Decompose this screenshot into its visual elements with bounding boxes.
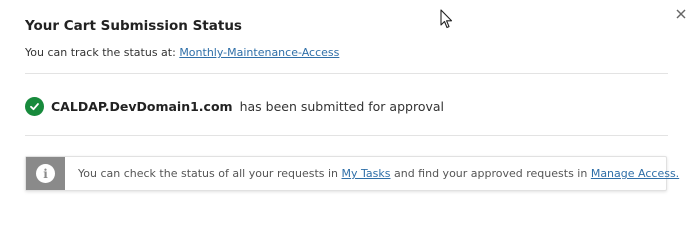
close-icon[interactable] <box>674 7 688 21</box>
dialog-title: Your Cart Submission Status <box>25 18 242 34</box>
info-banner-text: You can check the status of all your req… <box>78 167 679 180</box>
divider <box>25 73 668 74</box>
info-text-middle: and find your approved requests in <box>393 167 588 180</box>
track-status-line: You can track the status at: Monthly-Mai… <box>25 46 339 59</box>
submission-status-row: CALDAP.DevDomain1.com has been submitted… <box>25 96 444 116</box>
mouse-cursor-icon <box>440 9 453 29</box>
my-tasks-link[interactable]: My Tasks <box>342 167 391 180</box>
info-icon: i <box>36 164 55 183</box>
submitted-item-name: CALDAP.DevDomain1.com <box>51 98 233 114</box>
divider <box>25 135 668 136</box>
info-text-before: You can check the status of all your req… <box>78 167 339 180</box>
info-banner: i You can check the status of all your r… <box>25 156 679 191</box>
manage-access-link[interactable]: Manage Access. <box>591 167 679 180</box>
submitted-status-message: has been submitted for approval <box>239 98 444 114</box>
check-circle-icon <box>25 96 44 116</box>
info-banner-strip: i <box>26 157 65 190</box>
track-status-label: You can track the status at: <box>25 46 176 59</box>
cart-link[interactable]: Monthly-Maintenance-Access <box>179 46 339 59</box>
cart-submission-dialog: Your Cart Submission Status You can trac… <box>0 0 691 209</box>
